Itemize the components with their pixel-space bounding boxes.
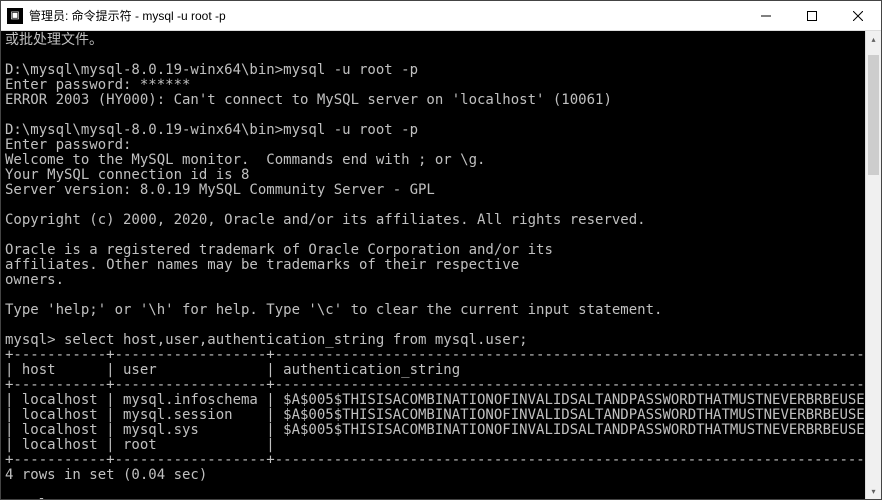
- terminal-line: | localhost | root | |: [5, 437, 881, 453]
- cmd-icon: ▣: [7, 8, 23, 24]
- minimize-button[interactable]: [743, 1, 789, 30]
- terminal-line: D:\mysql\mysql-8.0.19-winx64\bin>mysql -…: [5, 122, 418, 138]
- window-frame: ▣ 管理员: 命令提示符 - mysql -u root -p 或批处理文件。 …: [0, 0, 882, 500]
- terminal-line: +-----------+------------------+--------…: [5, 377, 881, 393]
- terminal-area[interactable]: 或批处理文件。 D:\mysql\mysql-8.0.19-winx64\bin…: [1, 31, 881, 499]
- window-title: 管理员: 命令提示符 - mysql -u root -p: [29, 7, 743, 24]
- terminal-line: | localhost | mysql.session | $A$005$THI…: [5, 407, 881, 423]
- terminal-line: Your MySQL connection id is 8: [5, 167, 249, 183]
- titlebar[interactable]: ▣ 管理员: 命令提示符 - mysql -u root -p: [1, 1, 881, 31]
- terminal-line: mysql> select host,user,authentication_s…: [5, 332, 528, 348]
- maximize-button[interactable]: [789, 1, 835, 30]
- scroll-thumb[interactable]: [868, 55, 879, 175]
- close-button[interactable]: [835, 1, 881, 30]
- terminal-line: 或批处理文件。: [5, 32, 103, 48]
- terminal-line: affiliates. Other names may be trademark…: [5, 257, 519, 273]
- terminal-line: D:\mysql\mysql-8.0.19-winx64\bin>mysql -…: [5, 62, 418, 78]
- terminal-line: ERROR 2003 (HY000): Can't connect to MyS…: [5, 92, 612, 108]
- close-icon: [853, 11, 863, 21]
- terminal-line: | host | user | authentication_string |: [5, 362, 881, 378]
- vertical-scrollbar[interactable]: ▴ ▾: [865, 31, 881, 499]
- terminal-line: Type 'help;' or '\h' for help. Type '\c'…: [5, 302, 662, 318]
- terminal-line: | localhost | mysql.sys | $A$005$THISISA…: [5, 422, 881, 438]
- window-controls: [743, 1, 881, 30]
- terminal-line: +-----------+------------------+--------…: [5, 347, 881, 363]
- scroll-up-button[interactable]: ▴: [866, 31, 881, 47]
- terminal-line: Oracle is a registered trademark of Orac…: [5, 242, 553, 258]
- terminal-line: Welcome to the MySQL monitor. Commands e…: [5, 152, 485, 168]
- maximize-icon: [807, 11, 817, 21]
- terminal-line: | localhost | mysql.infoschema | $A$005$…: [5, 392, 881, 408]
- terminal-line: +-----------+------------------+--------…: [5, 452, 881, 468]
- terminal-line: Enter password:: [5, 137, 131, 153]
- terminal-line: 4 rows in set (0.04 sec): [5, 467, 207, 483]
- scroll-track[interactable]: [866, 47, 881, 483]
- terminal-line: Copyright (c) 2000, 2020, Oracle and/or …: [5, 212, 646, 228]
- terminal-line: mysql>: [5, 497, 56, 499]
- minimize-icon: [761, 11, 771, 21]
- terminal-line: owners.: [5, 272, 64, 288]
- scroll-down-button[interactable]: ▾: [866, 483, 881, 499]
- terminal-line: Enter password: ******: [5, 77, 190, 93]
- terminal-line: Server version: 8.0.19 MySQL Community S…: [5, 182, 435, 198]
